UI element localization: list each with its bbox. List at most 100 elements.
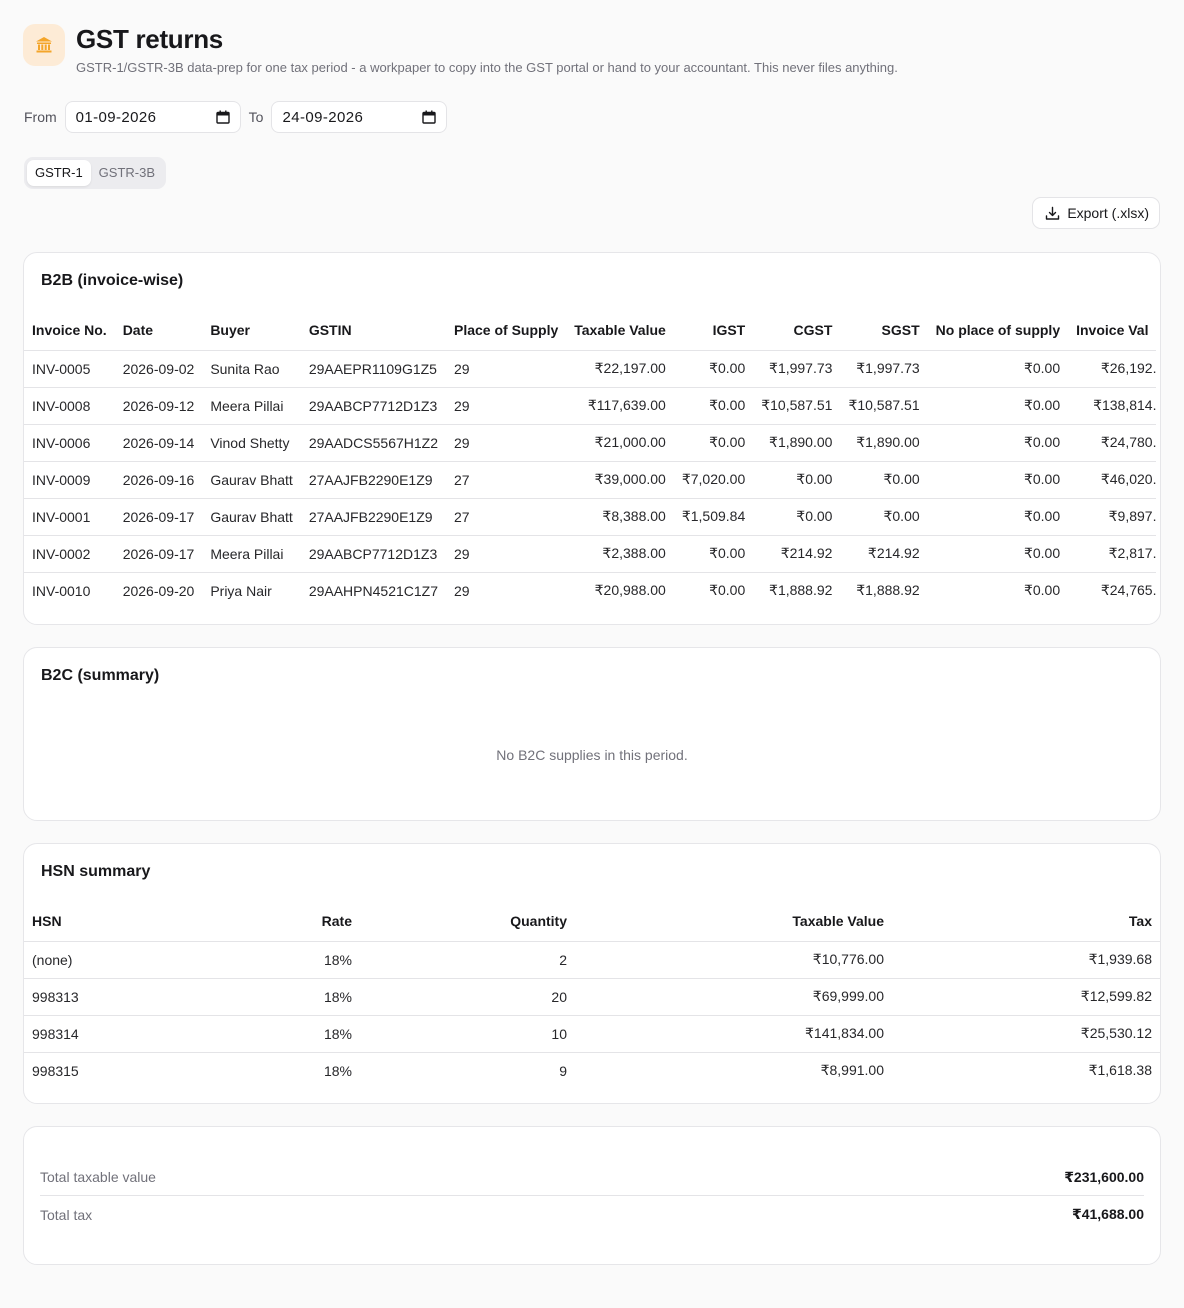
table-cell: INV-0001 (24, 498, 115, 536)
date-range-filter: From 01-09-2026 To 24-09-2026 (24, 101, 448, 133)
table-cell: 2 (360, 941, 575, 979)
col-date: Date (114, 310, 203, 351)
table-cell: 2026-09-17 (114, 535, 203, 573)
table-cell: ₹10,776.00 (575, 941, 892, 979)
table-cell: ₹0.00 (709, 582, 746, 599)
table-row: (none) 18% 2 ₹10,776.00 ₹1,939.68 (24, 941, 1160, 979)
calendar-icon[interactable] (215, 110, 230, 124)
table-cell: ₹0.00 (840, 498, 928, 536)
table-row: INV-0002 2026-09-17 Meera Pillai 29AABCP771… (24, 535, 1157, 573)
table-cell: ₹1,888.92 (769, 582, 833, 599)
col-invoice-no: Invoice No. (24, 310, 115, 351)
table-cell: Sunita Rao (202, 350, 301, 388)
table-cell: 27AAJFB2290E1Z9 (300, 498, 446, 536)
table-row: 998315 18% 9 ₹8,991.00 ₹1,618.38 (24, 1052, 1160, 1089)
table-row: INV-0009 2026-09-16 Gaurav Bhatt 27AAJFB229… (24, 461, 1157, 499)
table-row: INV-0008 2026-09-12 Meera Pillai 29AABCP771… (24, 387, 1157, 425)
table-cell: ₹10,587.51 (753, 387, 841, 425)
table-cell: 2026-09-17 (114, 498, 203, 536)
table-cell: ₹24,765. (1100, 582, 1157, 599)
table-row: INV-0010 2026-09-20 Priya Nair 29AAHPN4521C… (24, 572, 1156, 609)
table-cell: ₹0.00 (673, 350, 754, 388)
col-tax: Tax (892, 901, 1160, 942)
table-cell: INV-0008 (24, 387, 115, 425)
hsn-card: HSN summary HSN Rate Quantity Taxable Va… (23, 843, 1161, 1104)
page-title: GST returns (76, 24, 223, 54)
export-xlsx-button[interactable]: Export (.xlsx) (1032, 197, 1160, 229)
col-invoice-value: Invoice Val (1068, 310, 1157, 351)
table-cell: ₹0.00 (753, 461, 841, 499)
table-cell: ₹69,999.00 (575, 978, 892, 1016)
table-cell: ₹24,780. (1068, 424, 1157, 462)
col-no-place-of-supply: No place of supply (927, 310, 1069, 351)
b2b-card: B2B (invoice-wise) Invoice No. Date Buye… (23, 252, 1161, 625)
b2c-card: B2C (summary) No B2C supplies in this pe… (23, 647, 1161, 821)
table-cell: 2026-09-02 (114, 350, 203, 388)
table-cell: ₹141,834.00 (575, 1015, 892, 1053)
calendar-icon[interactable] (422, 110, 437, 124)
table-header-row: Invoice No. Date Buyer GSTIN Place of Su… (24, 310, 1157, 351)
table-cell: 29AAEPR1109G1Z5 (300, 350, 446, 388)
from-date-input[interactable]: 01-09-2026 (64, 101, 241, 133)
table-cell: 29 (446, 424, 567, 462)
table-cell: 9 (559, 1062, 567, 1079)
table-cell: ₹0.00 (927, 424, 1069, 462)
table-header-row: HSN Rate Quantity Taxable Value Tax (24, 901, 1160, 942)
b2b-table: Invoice No. Date Buyer GSTIN Place of Su… (24, 310, 1157, 609)
download-icon (1046, 206, 1060, 220)
table-cell: ₹12,599.82 (892, 978, 1160, 1016)
table-cell: ₹138,814. (1068, 387, 1157, 425)
table-cell: ₹0.00 (927, 387, 1069, 425)
table-cell: 18% (264, 1015, 360, 1053)
table-cell: ₹1,890.00 (753, 424, 841, 462)
from-label: From (24, 109, 57, 125)
total-tax-row: Total tax ₹41,688.00 (40, 1196, 1144, 1233)
table-cell: ₹2,388.00 (566, 535, 674, 573)
total-taxable-label: Total taxable value (40, 1169, 156, 1185)
table-cell: ₹39,000.00 (566, 461, 674, 499)
table-cell: 29AAHPN4521C1Z7 (308, 582, 438, 599)
table-cell: ₹1,509.84 (673, 498, 754, 536)
hsn-table: HSN Rate Quantity Taxable Value Tax (non… (24, 901, 1160, 1089)
table-cell: ₹0.00 (927, 498, 1069, 536)
b2b-title: B2B (invoice-wise) (41, 272, 184, 289)
table-row: 998313 18% 20 ₹69,999.00 ₹12,599.82 (24, 978, 1160, 1016)
table-cell: Meera Pillai (202, 387, 301, 425)
table-row: 998314 18% 10 ₹141,834.00 ₹25,530.12 (24, 1015, 1160, 1053)
table-cell: ₹10,587.51 (840, 387, 928, 425)
table-cell: Gaurav Bhatt (202, 498, 301, 536)
tab-gstr-3b[interactable]: GSTR-3B (91, 160, 163, 186)
table-cell: 29AABCP7712D1Z3 (300, 535, 446, 573)
to-date-input[interactable]: 24-09-2026 (271, 101, 448, 133)
col-rate: Rate (264, 901, 360, 942)
table-cell: ₹7,020.00 (673, 461, 754, 499)
table-cell: ₹0.00 (1023, 582, 1061, 599)
col-sgst: SGST (840, 310, 928, 351)
totals-card: Total taxable value ₹231,600.00 Total ta… (23, 1126, 1161, 1265)
table-cell: ₹0.00 (753, 498, 841, 536)
table-cell: INV-0010 (32, 582, 91, 599)
table-cell: INV-0006 (24, 424, 115, 462)
b2c-title: B2C (summary) (41, 667, 160, 684)
col-gstin: GSTIN (300, 310, 446, 351)
table-cell: ₹25,530.12 (892, 1015, 1160, 1053)
table-cell: 20 (360, 978, 575, 1016)
b2c-empty-state: No B2C supplies in this period. (496, 747, 688, 763)
table-cell: ₹8,388.00 (566, 498, 674, 536)
table-cell: ₹2,817. (1068, 535, 1157, 573)
tab-gstr-1[interactable]: GSTR-1 (27, 160, 91, 186)
table-cell: 29 (446, 387, 567, 425)
table-cell: ₹22,197.00 (566, 350, 674, 388)
table-cell: INV-0005 (24, 350, 115, 388)
table-cell: ₹21,000.00 (566, 424, 674, 462)
table-cell: ₹214.92 (840, 535, 928, 573)
to-label: To (248, 109, 264, 125)
col-igst: IGST (673, 310, 754, 351)
col-taxable-value: Taxable Value (566, 310, 674, 351)
page-header: GST returns GSTR-1/GSTR-3B data-prep for… (23, 24, 898, 75)
table-cell: Gaurav Bhatt (202, 461, 301, 499)
table-cell: ₹1,997.73 (840, 350, 928, 388)
table-cell: ₹0.00 (673, 424, 754, 462)
table-cell: 2026-09-16 (114, 461, 203, 499)
table-cell: 29AABCP7712D1Z3 (300, 387, 446, 425)
